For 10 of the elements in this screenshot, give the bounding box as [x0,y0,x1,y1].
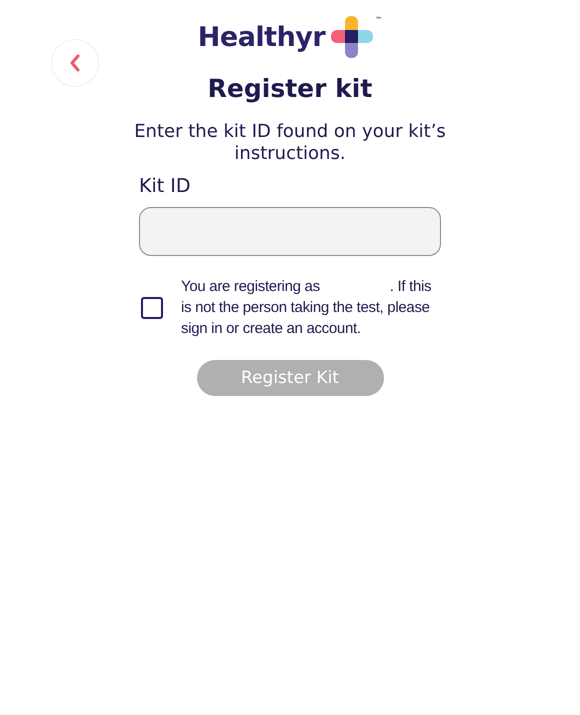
kit-id-field[interactable] [139,207,441,256]
consent-text: You are registering as . If this is not the person taking the test, please sign in or create an account. [181,277,432,339]
cross-logo-icon [331,16,374,58]
instructions-text: Enter the kit ID found on your kit’s instructions. [133,121,447,165]
field-label: Kit ID [139,175,192,197]
back-button[interactable] [51,39,99,87]
page-title: Register kit [208,74,372,103]
chevron-left-icon [70,54,80,72]
consent-checkbox[interactable] [141,296,163,318]
logo-wordmark: Healthyr [198,22,326,52]
